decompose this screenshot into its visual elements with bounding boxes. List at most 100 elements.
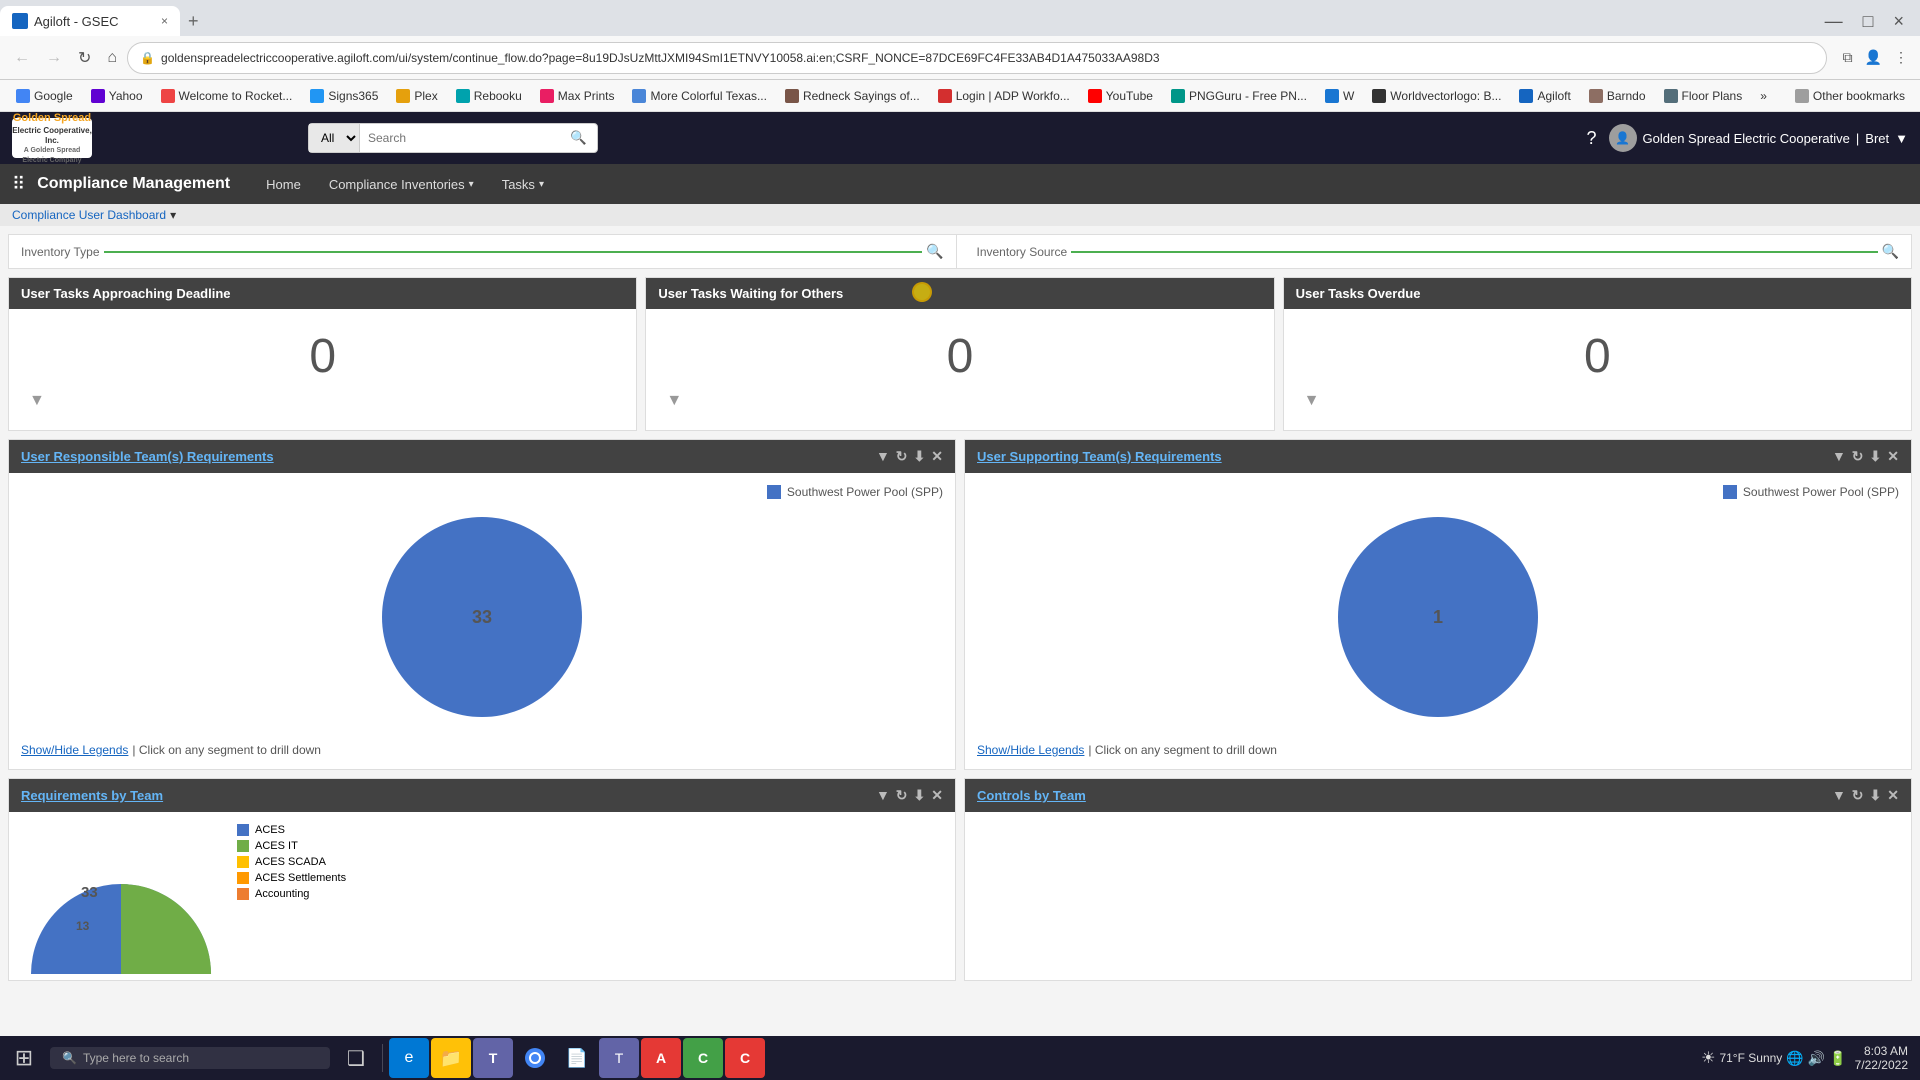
home-btn[interactable]: ⌂ (101, 45, 123, 71)
bottom-pie-container[interactable]: 33 13 (21, 824, 221, 974)
breadcrumb-link[interactable]: Compliance User Dashboard (12, 208, 166, 222)
bookmark-google[interactable]: Google (8, 86, 81, 106)
pie-supporting-value: 1 (1433, 607, 1443, 628)
pie-supporting-container[interactable]: 1 (1318, 507, 1558, 727)
bookmark-adp[interactable]: Login | ADP Workfo... (930, 86, 1078, 106)
nav-home[interactable]: Home (254, 169, 313, 200)
bookmark-redneck[interactable]: Redneck Sayings of... (777, 86, 928, 106)
browser-menu-btn[interactable]: ⋮ (1890, 45, 1912, 70)
chart-ctrl-team-filter-icon[interactable]: ▼ (1832, 787, 1846, 804)
bottom-pie-chart[interactable] (21, 824, 221, 974)
taskbar-app-edge[interactable]: e (389, 1038, 429, 1078)
stat-approaching-filter-icon[interactable]: ▼ (29, 392, 45, 410)
chart-ctrl-team-refresh-icon[interactable]: ↻ (1852, 787, 1864, 804)
taskbar-app-explorer[interactable]: 📁 (431, 1038, 471, 1078)
chart-responsible-refresh-icon[interactable]: ↻ (896, 448, 908, 465)
bookmark-maxprints[interactable]: Max Prints (532, 86, 623, 106)
forward-btn[interactable]: → (40, 45, 68, 71)
bookmark-google-label: Google (34, 89, 73, 103)
stat-overdue-header: User Tasks Overdue (1284, 278, 1911, 309)
minimize-btn[interactable]: — (1817, 9, 1851, 34)
inventory-source-search-icon[interactable]: 🔍 (1882, 243, 1899, 260)
bookmark-rocket[interactable]: Welcome to Rocket... (153, 86, 301, 106)
show-legends-supporting[interactable]: Show/Hide Legends (977, 743, 1084, 757)
chart-responsible-filter-icon[interactable]: ▼ (876, 448, 890, 465)
grid-icon[interactable]: ⠿ (12, 174, 25, 195)
chart-req-team-title[interactable]: Requirements by Team (21, 788, 163, 803)
chart-ctrl-team-close-icon[interactable]: ✕ (1887, 787, 1899, 804)
bookmark-worldvec[interactable]: Worldvectorlogo: B... (1364, 86, 1509, 106)
bookmark-yahoo[interactable]: Yahoo (83, 86, 151, 106)
active-tab[interactable]: Agiloft - GSEC × (0, 6, 180, 36)
bookmark-signs[interactable]: Signs365 (302, 86, 386, 106)
chart-ctrl-team-export-icon[interactable]: ⬇ (1870, 787, 1882, 804)
breadcrumb-dropdown-icon[interactable]: ▾ (170, 208, 176, 222)
start-button[interactable]: ⊞ (4, 1038, 44, 1078)
bookmark-rebook[interactable]: Rebooku (448, 86, 530, 106)
nav-compliance-inventories[interactable]: Compliance Inventories ▾ (317, 169, 486, 200)
taskbar-date: 7/22/2022 (1855, 1058, 1908, 1072)
bookmark-maxprints-label: Max Prints (558, 89, 615, 103)
chart-req-team-export-icon[interactable]: ⬇ (914, 787, 926, 804)
chart-req-team-refresh-icon[interactable]: ↻ (896, 787, 908, 804)
chart-ctrl-team-title[interactable]: Controls by Team (977, 788, 1086, 803)
taskbar-system-icons: ☀ 71°F Sunny 🌐 🔊 🔋 (1701, 1048, 1847, 1068)
stat-overdue-filter-icon[interactable]: ▼ (1304, 392, 1320, 410)
bookmark-word[interactable]: W (1317, 86, 1362, 106)
chart-req-team-close-icon[interactable]: ✕ (931, 787, 943, 804)
inventory-type-search-icon[interactable]: 🔍 (926, 243, 943, 260)
bookmark-redneck-label: Redneck Sayings of... (803, 89, 920, 103)
task-view-btn[interactable]: ❑ (336, 1038, 376, 1078)
taskbar-app-red[interactable]: C (725, 1038, 765, 1078)
chart-supporting-refresh-icon[interactable]: ↻ (1852, 448, 1864, 465)
nav-tasks[interactable]: Tasks ▾ (490, 169, 556, 200)
taskbar-app-green[interactable]: C (683, 1038, 723, 1078)
chart-supporting-filter-icon[interactable]: ▼ (1832, 448, 1846, 465)
chart-req-team-filter-icon[interactable]: ▼ (876, 787, 890, 804)
taskbar-app-acrobat[interactable]: A (641, 1038, 681, 1078)
bookmark-more-btn[interactable]: » (1752, 86, 1775, 106)
address-bar[interactable]: 🔒 goldenspreadelectriccooperative.agilof… (127, 42, 1826, 74)
breadcrumb-bar: Compliance User Dashboard ▾ (0, 204, 1920, 226)
bookmark-agiloft[interactable]: Agiloft (1511, 86, 1578, 106)
maximize-btn[interactable]: □ (1855, 9, 1882, 34)
taskbar-app-files[interactable]: 📄 (557, 1038, 597, 1078)
chart-responsible-title[interactable]: User Responsible Team(s) Requirements (21, 449, 274, 464)
profile-btn[interactable]: 👤 (1861, 45, 1886, 70)
search-button[interactable]: 🔍 (560, 124, 597, 152)
refresh-btn[interactable]: ↻ (72, 44, 97, 72)
taskbar-search-box[interactable]: 🔍 Type here to search (50, 1047, 330, 1069)
chart-supporting-close-icon[interactable]: ✕ (1887, 448, 1899, 465)
bookmark-plex[interactable]: Plex (388, 86, 445, 106)
bookmark-more-colorful[interactable]: More Colorful Texas... (624, 86, 775, 106)
help-button[interactable]: ? (1586, 128, 1596, 149)
stat-waiting-filter-icon[interactable]: ▼ (666, 392, 682, 410)
chart-supporting-body: Southwest Power Pool (SPP) 1 (965, 473, 1911, 739)
back-btn[interactable]: ← (8, 45, 36, 71)
user-menu[interactable]: 👤 Golden Spread Electric Cooperative | B… (1609, 124, 1909, 152)
tab-bar: Agiloft - GSEC × + — □ × (0, 0, 1920, 36)
taskbar-app-teams[interactable]: T (473, 1038, 513, 1078)
search-type-select[interactable]: All (309, 124, 360, 152)
extensions-btn[interactable]: ⧉ (1839, 45, 1857, 70)
bookmark-png[interactable]: PNGGuru - Free PN... (1163, 86, 1315, 106)
close-btn[interactable]: × (1885, 9, 1912, 34)
bookmark-other[interactable]: Other bookmarks (1787, 86, 1913, 106)
search-input[interactable] (360, 125, 560, 151)
bookmark-floor[interactable]: Floor Plans (1656, 86, 1751, 106)
tab-close-btn[interactable]: × (161, 14, 168, 28)
chart-responsible-export-icon[interactable]: ⬇ (914, 448, 926, 465)
main-content: Inventory Type 🔍 Inventory Source 🔍 User… (0, 226, 1920, 1074)
taskbar-app-chrome[interactable] (515, 1038, 555, 1078)
chart-responsible-close-icon[interactable]: ✕ (931, 448, 943, 465)
stat-waiting-value: 0 (947, 329, 974, 384)
show-legends-responsible[interactable]: Show/Hide Legends (21, 743, 128, 757)
bookmark-youtube[interactable]: YouTube (1080, 86, 1161, 106)
bookmark-barndo[interactable]: Barndo (1581, 86, 1654, 106)
chart-supporting-title[interactable]: User Supporting Team(s) Requirements (977, 449, 1222, 464)
chart-supporting-export-icon[interactable]: ⬇ (1870, 448, 1882, 465)
new-tab-btn[interactable]: + (180, 7, 207, 36)
app-search-bar: All 🔍 (308, 123, 598, 153)
pie-responsible-container[interactable]: 33 (362, 507, 602, 727)
taskbar-app-teams2[interactable]: T (599, 1038, 639, 1078)
